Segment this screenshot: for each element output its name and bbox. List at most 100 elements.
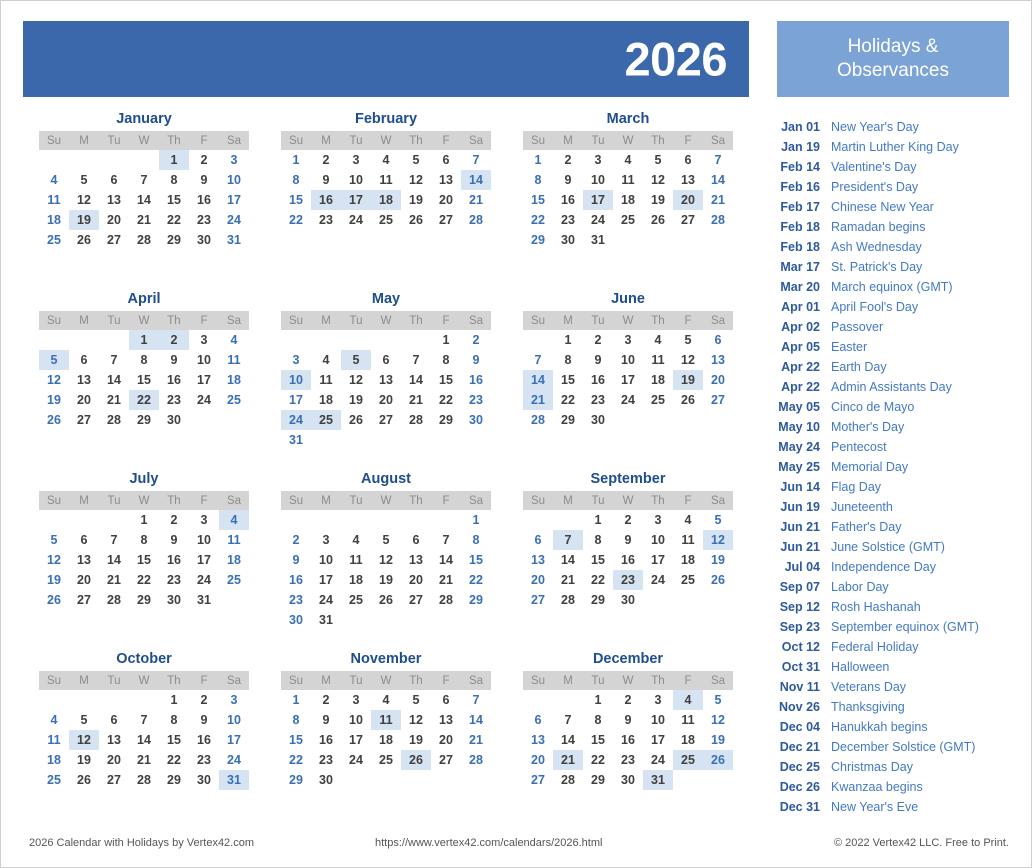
day-cell[interactable]: 9	[189, 710, 219, 730]
day-cell[interactable]: 20	[69, 570, 99, 590]
day-cell[interactable]: 30	[281, 610, 311, 630]
day-cell[interactable]: 29	[553, 410, 583, 430]
day-cell[interactable]: 2	[189, 150, 219, 170]
day-cell[interactable]: 26	[69, 230, 99, 250]
day-cell[interactable]: 3	[219, 690, 249, 710]
day-cell[interactable]: 17	[219, 190, 249, 210]
day-cell[interactable]: 6	[673, 150, 703, 170]
day-cell[interactable]: 23	[189, 750, 219, 770]
day-cell[interactable]: 11	[643, 350, 673, 370]
day-cell[interactable]: 16	[311, 190, 341, 210]
day-cell[interactable]: 24	[189, 570, 219, 590]
day-cell[interactable]: 28	[129, 230, 159, 250]
day-cell[interactable]: 22	[431, 390, 461, 410]
day-cell[interactable]: 24	[613, 390, 643, 410]
day-cell[interactable]: 3	[189, 330, 219, 350]
day-cell[interactable]: 10	[311, 550, 341, 570]
day-cell[interactable]: 20	[523, 750, 553, 770]
day-cell[interactable]: 3	[341, 690, 371, 710]
day-cell[interactable]: 26	[673, 390, 703, 410]
day-cell[interactable]: 30	[461, 410, 491, 430]
day-cell[interactable]: 17	[311, 570, 341, 590]
day-cell[interactable]: 13	[523, 730, 553, 750]
day-cell[interactable]: 9	[311, 710, 341, 730]
day-cell[interactable]: 7	[553, 530, 583, 550]
day-cell[interactable]: 10	[219, 170, 249, 190]
day-cell[interactable]: 28	[461, 210, 491, 230]
day-cell[interactable]: 23	[461, 390, 491, 410]
day-cell[interactable]: 21	[129, 210, 159, 230]
day-cell[interactable]: 18	[219, 370, 249, 390]
day-cell[interactable]: 26	[39, 590, 69, 610]
day-cell[interactable]: 27	[99, 770, 129, 790]
day-cell[interactable]: 25	[39, 770, 69, 790]
day-cell[interactable]: 23	[281, 590, 311, 610]
day-cell[interactable]: 8	[281, 710, 311, 730]
day-cell[interactable]: 20	[371, 390, 401, 410]
day-cell[interactable]: 12	[643, 170, 673, 190]
day-cell[interactable]: 13	[99, 190, 129, 210]
day-cell[interactable]: 11	[371, 170, 401, 190]
day-cell[interactable]: 15	[553, 370, 583, 390]
day-cell[interactable]: 1	[431, 330, 461, 350]
day-cell[interactable]: 17	[219, 730, 249, 750]
day-cell[interactable]: 25	[219, 390, 249, 410]
day-cell[interactable]: 25	[673, 570, 703, 590]
day-cell[interactable]: 10	[613, 350, 643, 370]
day-cell[interactable]: 22	[129, 390, 159, 410]
day-cell[interactable]: 23	[553, 210, 583, 230]
day-cell[interactable]: 7	[523, 350, 553, 370]
day-cell[interactable]: 16	[311, 730, 341, 750]
day-cell[interactable]: 14	[129, 190, 159, 210]
day-cell[interactable]: 3	[583, 150, 613, 170]
day-cell[interactable]: 24	[281, 410, 311, 430]
day-cell[interactable]: 17	[643, 730, 673, 750]
day-cell[interactable]: 20	[99, 210, 129, 230]
day-cell[interactable]: 9	[613, 710, 643, 730]
footer-url[interactable]: https://www.vertex42.com/calendars/2026.…	[375, 837, 602, 849]
day-cell[interactable]: 9	[613, 530, 643, 550]
day-cell[interactable]: 19	[703, 550, 733, 570]
day-cell[interactable]: 9	[189, 170, 219, 190]
day-cell[interactable]: 9	[553, 170, 583, 190]
day-cell[interactable]: 25	[371, 750, 401, 770]
day-cell[interactable]: 7	[461, 690, 491, 710]
day-cell[interactable]: 1	[583, 510, 613, 530]
day-cell[interactable]: 30	[553, 230, 583, 250]
day-cell[interactable]: 18	[673, 730, 703, 750]
day-cell[interactable]: 20	[401, 570, 431, 590]
day-cell[interactable]: 16	[613, 730, 643, 750]
day-cell[interactable]: 19	[673, 370, 703, 390]
day-cell[interactable]: 17	[189, 550, 219, 570]
day-cell[interactable]: 4	[643, 330, 673, 350]
day-cell[interactable]: 28	[461, 750, 491, 770]
day-cell[interactable]: 26	[703, 750, 733, 770]
day-cell[interactable]: 8	[129, 350, 159, 370]
day-cell[interactable]: 2	[553, 150, 583, 170]
day-cell[interactable]: 31	[281, 430, 311, 450]
day-cell[interactable]: 18	[613, 190, 643, 210]
day-cell[interactable]: 9	[311, 170, 341, 190]
day-cell[interactable]: 3	[643, 510, 673, 530]
day-cell[interactable]: 25	[371, 210, 401, 230]
day-cell[interactable]: 17	[341, 190, 371, 210]
day-cell[interactable]: 18	[341, 570, 371, 590]
day-cell[interactable]: 1	[129, 510, 159, 530]
day-cell[interactable]: 16	[613, 550, 643, 570]
day-cell[interactable]: 6	[401, 530, 431, 550]
day-cell[interactable]: 29	[159, 230, 189, 250]
day-cell[interactable]: 28	[401, 410, 431, 430]
day-cell[interactable]: 20	[523, 570, 553, 590]
day-cell[interactable]: 3	[281, 350, 311, 370]
day-cell[interactable]: 8	[461, 530, 491, 550]
day-cell[interactable]: 31	[219, 230, 249, 250]
day-cell[interactable]: 25	[39, 230, 69, 250]
day-cell[interactable]: 11	[613, 170, 643, 190]
day-cell[interactable]: 3	[311, 530, 341, 550]
day-cell[interactable]: 16	[159, 370, 189, 390]
day-cell[interactable]: 24	[643, 570, 673, 590]
day-cell[interactable]: 23	[613, 570, 643, 590]
day-cell[interactable]: 29	[129, 410, 159, 430]
day-cell[interactable]: 11	[39, 730, 69, 750]
day-cell[interactable]: 4	[219, 330, 249, 350]
